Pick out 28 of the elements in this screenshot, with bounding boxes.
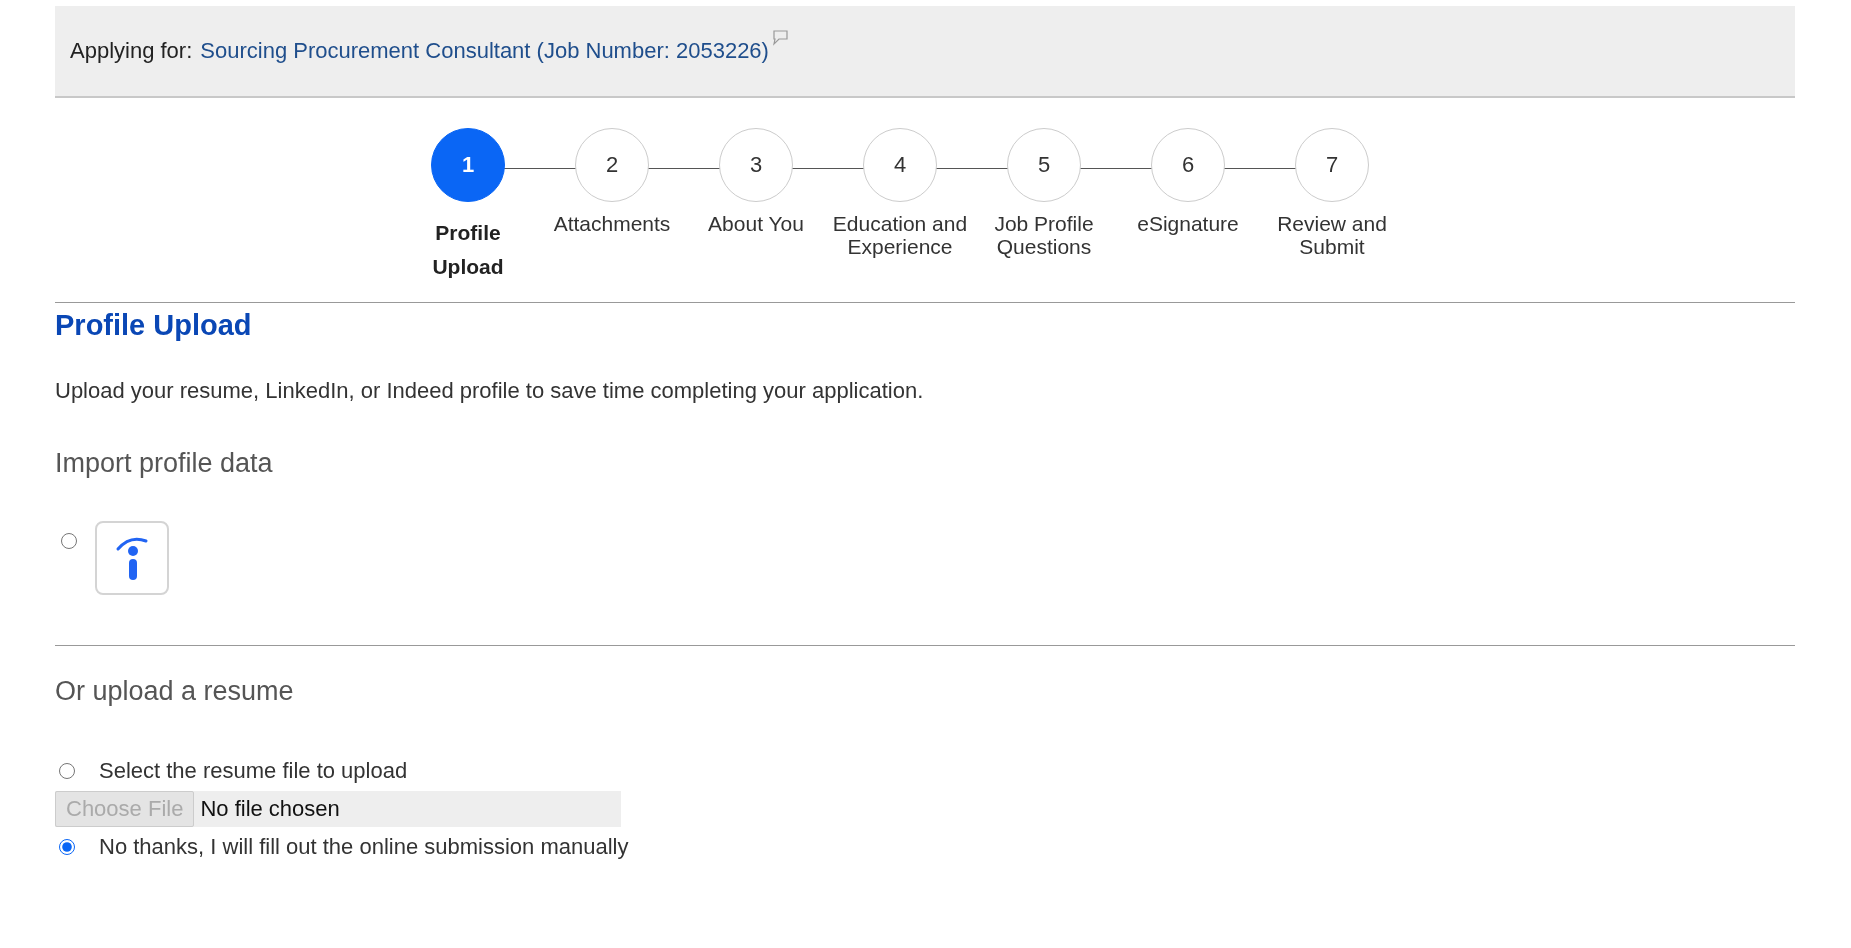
speech-bubble-icon[interactable] [770,30,789,46]
job-title-link[interactable]: Sourcing Procurement Consultant (Job Number: 2053226) [200,38,769,64]
step-circle[interactable]: 7 [1295,128,1369,202]
option-radio[interactable] [59,839,75,855]
step-circle[interactable]: 4 [863,128,937,202]
logo-tile[interactable] [95,521,169,595]
option-label: Select the resume file to upload [99,758,408,784]
option-label: No thanks, I will fill out the online submission manually [99,834,629,860]
option-radio[interactable] [59,763,75,779]
file-status: No file chosen [200,796,340,822]
intro-text: Upload your resume, LinkedIn, or Indeed profile to save time completing your application. [55,378,925,404]
import-heading: Import profile data [55,448,274,479]
applying-for-label: Applying for: [70,38,193,64]
step-circle[interactable]: 6 [1151,128,1225,202]
step-label: Profile Upload [431,220,505,280]
upload-heading: Or upload a resume [55,676,295,707]
import-radio[interactable] [61,533,77,549]
step-label: Education and Experience [832,212,968,258]
step-label: Attachments [552,212,672,235]
section-title: Profile Upload [55,309,253,342]
step-circle[interactable]: 1 [431,128,505,202]
step-label: About You [707,212,805,235]
step-label: Job Profile Questions [993,212,1095,258]
step-circle[interactable]: 3 [719,128,793,202]
step-label: eSignature [1136,212,1240,235]
step-circle[interactable]: 5 [1007,128,1081,202]
step-label: Review and Submit [1276,212,1388,258]
step-circle[interactable]: 2 [575,128,649,202]
